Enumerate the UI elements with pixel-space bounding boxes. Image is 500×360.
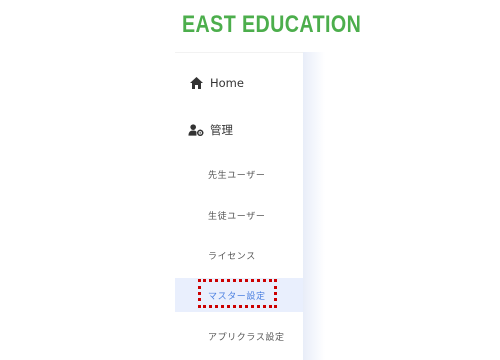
sidebar-subitem-label: ライセンス xyxy=(208,251,256,262)
sidebar-subitem-license[interactable]: ライセンス xyxy=(175,238,303,272)
sidebar-subitem-label: 生徒ユーザー xyxy=(208,211,266,222)
sidebar-subitem-label: アプリクラス設定 xyxy=(208,332,285,343)
sidebar-subitem-app-class-settings[interactable]: アプリクラス設定 xyxy=(175,319,303,353)
user-gear-icon xyxy=(188,122,204,138)
sidebar-item-home[interactable]: Home xyxy=(175,71,303,95)
content-area-edge xyxy=(303,52,325,360)
sidebar: Home 管理 先生ユーザー 生徒ユーザー ライセンス マスター設定 アプリクラ… xyxy=(175,52,303,360)
brand-logo: EAST EDUCATION xyxy=(182,11,362,38)
sidebar-item-label: 管理 xyxy=(210,123,233,137)
home-icon xyxy=(188,75,204,91)
sidebar-item-label: Home xyxy=(210,76,244,90)
sidebar-subitem-label: マスター設定 xyxy=(208,291,266,302)
sidebar-subitem-teacher-users[interactable]: 先生ユーザー xyxy=(175,157,303,191)
sidebar-subitem-label: 先生ユーザー xyxy=(208,170,266,181)
sidebar-subitem-student-users[interactable]: 生徒ユーザー xyxy=(175,198,303,232)
sidebar-subitem-master-settings[interactable]: マスター設定 xyxy=(175,278,303,312)
sidebar-item-management[interactable]: 管理 xyxy=(175,118,303,142)
